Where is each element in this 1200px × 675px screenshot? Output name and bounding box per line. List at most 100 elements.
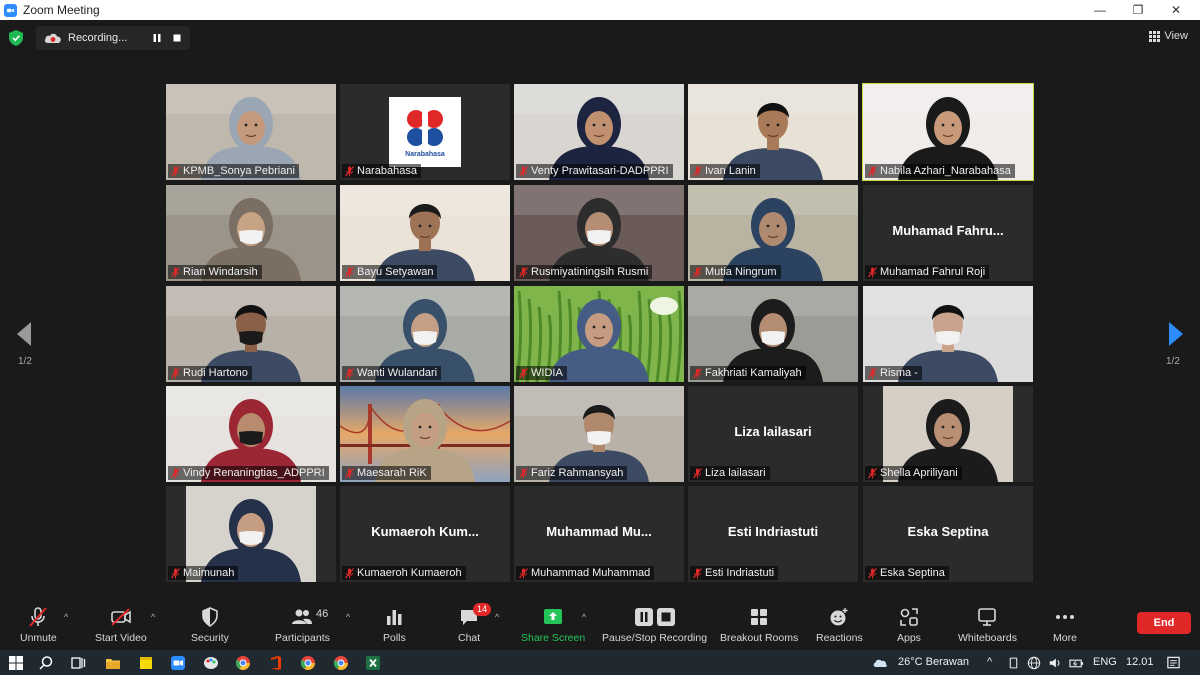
polls-button[interactable]: Polls	[383, 606, 406, 644]
participant-tile[interactable]: Liza lailasari Liza lailasari	[688, 386, 858, 482]
input-language[interactable]: ENG	[1093, 656, 1117, 668]
participant-tile[interactable]: Venty Prawitasari-DADPPRI	[514, 84, 684, 180]
restore-icon[interactable]: ❐	[1120, 0, 1156, 20]
excel-icon[interactable]	[365, 655, 381, 671]
participant-tile[interactable]: Kumaeroh Kum... Kumaeroh Kumaeroh	[340, 486, 510, 582]
sticky-notes-icon[interactable]	[138, 655, 154, 671]
close-icon[interactable]: ✕	[1158, 0, 1194, 20]
video-options-caret-icon[interactable]: ^	[151, 612, 155, 622]
search-icon[interactable]	[38, 655, 54, 671]
cloud-recording-icon	[44, 33, 61, 43]
task-view-icon[interactable]	[70, 655, 86, 671]
show-hidden-icons-caret-icon[interactable]: ^	[987, 656, 992, 668]
zoom-taskbar-icon[interactable]	[170, 655, 186, 671]
security-button[interactable]: Security	[191, 606, 229, 644]
muted-mic-icon	[345, 467, 354, 478]
reactions-label: Reactions	[816, 632, 863, 644]
participant-tile[interactable]: Eska Septina Eska Septina	[863, 486, 1033, 582]
participants-options-caret-icon[interactable]: ^	[346, 612, 350, 622]
volume-icon[interactable]	[1048, 655, 1062, 671]
stop-recording-icon[interactable]	[172, 33, 182, 43]
pause-stop-recording-button[interactable]: Pause/Stop Recording	[602, 606, 707, 644]
participant-name: Fariz Rahmansyah	[531, 467, 624, 479]
participant-tile[interactable]: Fakhriati Kamaliyah	[688, 286, 858, 382]
unmute-button[interactable]: Unmute	[20, 606, 57, 644]
encryption-shield-icon[interactable]	[9, 30, 23, 46]
participant-tile[interactable]: WIDIA	[514, 286, 684, 382]
pause-recording-icon[interactable]	[152, 33, 162, 43]
participant-name: Esti Indriastuti	[705, 567, 775, 579]
view-button[interactable]: View	[1149, 30, 1188, 42]
globe-network-icon[interactable]	[1027, 655, 1041, 671]
recording-control-label: Pause/Stop Recording	[602, 632, 708, 644]
participant-tile[interactable]: Muhamad Fahru... Muhamad Fahrul Roji	[863, 185, 1033, 281]
breakout-rooms-button[interactable]: Breakout Rooms	[720, 606, 798, 644]
muted-mic-icon	[171, 165, 180, 176]
muted-mic-icon	[868, 467, 877, 478]
participant-tile[interactable]: Rian Windarsih	[166, 185, 336, 281]
participant-name-label: Shella Apriliyani	[865, 466, 962, 480]
participant-tile[interactable]: Fariz Rahmansyah	[514, 386, 684, 482]
more-button[interactable]: More	[1053, 606, 1077, 644]
participants-label: Participants	[275, 632, 330, 644]
participant-name: Vindy Renaningtias_ADPPRI	[183, 467, 325, 479]
muted-mic-icon	[693, 467, 702, 478]
participant-name-label: Eska Septina	[865, 566, 949, 580]
participant-name: Fakhriati Kamaliyah	[705, 367, 802, 379]
participant-name: KPMB_Sonya Pebriani	[183, 165, 295, 177]
whiteboards-button[interactable]: Whiteboards	[958, 606, 1017, 644]
participant-tile[interactable]: Rusmiyatiningsih Rusmi	[514, 185, 684, 281]
polls-bar-chart-icon	[387, 610, 402, 625]
chrome-profile-2-icon[interactable]	[333, 655, 349, 671]
end-meeting-button[interactable]: End	[1137, 612, 1191, 634]
chrome-icon[interactable]	[235, 655, 251, 671]
share-options-caret-icon[interactable]: ^	[582, 612, 586, 622]
participant-tile[interactable]: Narabahasa Narabahasa	[340, 84, 510, 180]
device-icon[interactable]	[1007, 655, 1020, 671]
participant-tile[interactable]: Mutia Ningrum	[688, 185, 858, 281]
muted-mic-icon	[519, 266, 528, 277]
muted-mic-icon	[345, 266, 354, 277]
minimize-icon[interactable]: —	[1082, 0, 1118, 20]
participant-tile[interactable]: Nabila Azhari_Narabahasa	[862, 83, 1034, 181]
participant-tile[interactable]: Shella Apriliyani	[863, 386, 1033, 482]
battery-charging-icon[interactable]	[1069, 655, 1084, 671]
participant-tile[interactable]: Ivan Lanin	[688, 84, 858, 180]
participant-tile[interactable]: Muhammad Mu... Muhammad Muhammad	[514, 486, 684, 582]
share-screen-button[interactable]: Share Screen	[521, 606, 585, 644]
paint-app-icon[interactable]	[203, 655, 219, 671]
apps-button[interactable]: Apps	[897, 606, 921, 644]
next-page-arrow-icon[interactable]	[1166, 320, 1186, 348]
audio-options-caret-icon[interactable]: ^	[64, 612, 68, 622]
more-label: More	[1053, 632, 1077, 644]
reactions-button[interactable]: Reactions	[816, 606, 863, 644]
participant-name: Shella Apriliyani	[880, 467, 958, 479]
recording-indicator: Recording...	[36, 26, 190, 50]
start-video-button[interactable]: Start Video	[95, 606, 147, 644]
participant-tile[interactable]: Rudi Hartono	[166, 286, 336, 382]
participant-tile[interactable]: Bayu Setyawan	[340, 185, 510, 281]
pause-stop-recording-icon	[634, 608, 675, 626]
previous-page-arrow-icon[interactable]	[14, 320, 34, 348]
weather-readout[interactable]: 26°C Berawan	[898, 656, 969, 668]
participant-tile[interactable]: Vindy Renaningtias_ADPPRI	[166, 386, 336, 482]
participant-tile[interactable]: Risma -	[863, 286, 1033, 382]
view-label: View	[1164, 30, 1188, 42]
office-icon[interactable]	[268, 655, 284, 671]
participant-name-label: Rian Windarsih	[168, 265, 262, 279]
chat-options-caret-icon[interactable]: ^	[495, 612, 499, 622]
participant-tile[interactable]: Wanti Wulandari	[340, 286, 510, 382]
chrome-profile-icon[interactable]	[300, 655, 316, 671]
file-explorer-icon[interactable]	[105, 655, 121, 671]
muted-mic-icon	[519, 467, 528, 478]
participant-tile[interactable]: Maimunah	[166, 486, 336, 582]
breakout-rooms-label: Breakout Rooms	[720, 632, 799, 644]
participant-name: Kumaeroh Kumaeroh	[357, 567, 462, 579]
participant-tile[interactable]: KPMB_Sonya Pebriani	[166, 84, 336, 180]
participant-tile[interactable]: Esti Indriastuti Esti Indriastuti	[688, 486, 858, 582]
clock-time[interactable]: 12.01	[1126, 656, 1154, 668]
windows-start-icon[interactable]	[8, 655, 24, 671]
participant-tile[interactable]: Maesarah RiK	[340, 386, 510, 482]
more-dots-icon	[1055, 615, 1074, 619]
notifications-icon[interactable]	[1166, 655, 1181, 671]
